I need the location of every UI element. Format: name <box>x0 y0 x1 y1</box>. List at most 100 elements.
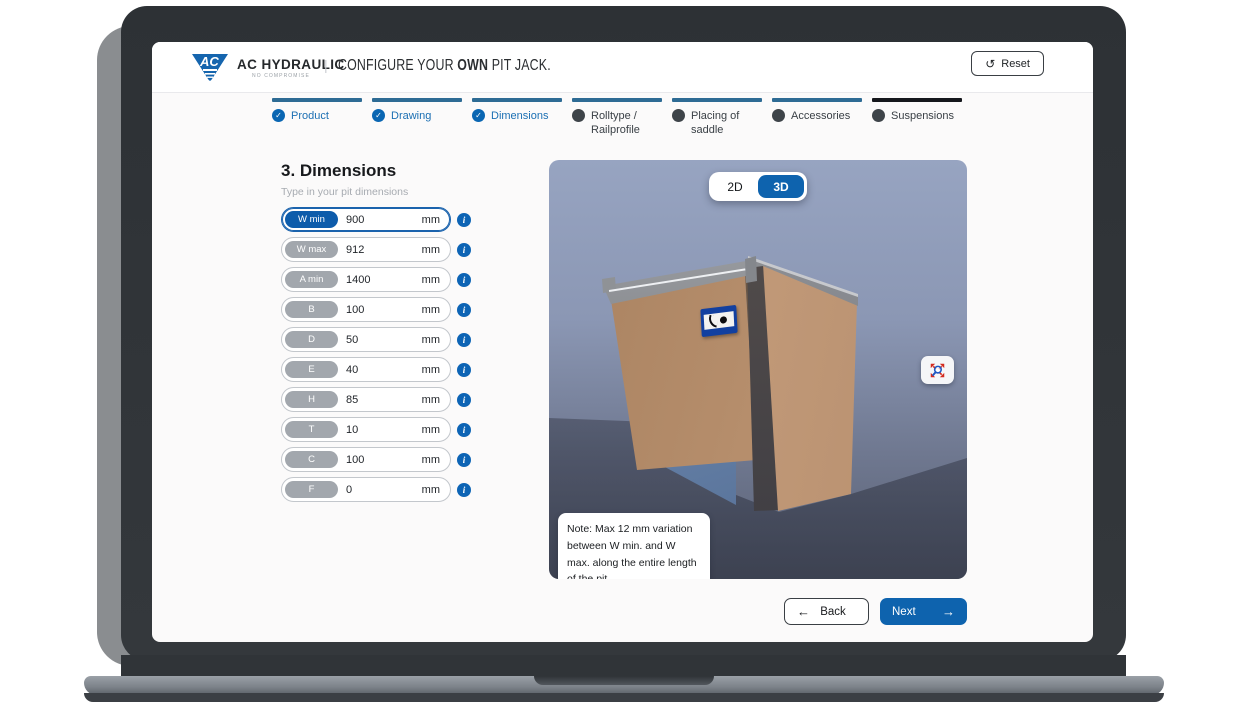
field-e[interactable]: E 40 mm i <box>281 357 451 382</box>
step-label: Dimensions <box>491 109 548 124</box>
reset-label: Reset <box>1001 58 1030 70</box>
field-c[interactable]: C 100 mm i <box>281 447 451 472</box>
field-value: 10 <box>346 424 358 436</box>
next-button[interactable]: Next → <box>880 598 967 625</box>
logo-plate-mark <box>707 315 719 328</box>
title-suffix: PIT JACK. <box>492 57 551 74</box>
info-icon[interactable]: i <box>457 243 471 257</box>
logo-plate-dot <box>720 316 727 324</box>
step-check-icon: ✓ <box>272 109 285 122</box>
field-label-chip: C <box>285 451 338 468</box>
field-unit: mm <box>422 394 440 406</box>
field-label-chip: W max <box>285 241 338 258</box>
field-w-min[interactable]: W min 900 mm i <box>281 207 451 232</box>
field-label-chip: B <box>285 301 338 318</box>
fit-view-button[interactable] <box>921 356 954 384</box>
brand-name: AC HYDRAULIC <box>237 57 345 72</box>
logo-plate-band <box>704 311 735 330</box>
back-arrow-icon: ← <box>797 605 810 618</box>
info-icon[interactable]: i <box>457 453 471 467</box>
title-prefix: CONFIGURE YOUR <box>338 57 454 74</box>
toggle-3d[interactable]: 3D <box>758 175 804 198</box>
field-a-min[interactable]: A min 1400 mm i <box>281 267 451 292</box>
brand-logo-icon: AC <box>190 49 230 85</box>
step-label: Rolltype / Railprofile <box>591 109 662 139</box>
info-icon[interactable]: i <box>457 363 471 377</box>
section-subtitle: Type in your pit dimensions <box>281 186 408 198</box>
zoom-extents-icon <box>928 361 947 380</box>
field-value: 912 <box>346 244 364 256</box>
step-dot-icon <box>672 109 685 122</box>
title-emphasis: OWN <box>457 57 488 74</box>
field-label-chip: H <box>285 391 338 408</box>
step-placing-of-saddle[interactable]: Placing of saddle <box>672 98 762 138</box>
pit-3d-viewport[interactable]: 2D 3D Note: Max 12 mm variation between … <box>549 160 967 579</box>
app-screen: AC AC HYDRAULIC NO COMPROMISE | CONFIGUR… <box>152 42 1093 642</box>
step-dot-icon <box>772 109 785 122</box>
field-label-chip: F <box>285 481 338 498</box>
field-h[interactable]: H 85 mm i <box>281 387 451 412</box>
info-icon[interactable]: i <box>457 213 471 227</box>
step-label: Product <box>291 109 329 124</box>
page: AC AC HYDRAULIC NO COMPROMISE | CONFIGUR… <box>0 0 1248 710</box>
field-value: 1400 <box>346 274 370 286</box>
brand-text: AC HYDRAULIC NO COMPROMISE <box>237 57 345 79</box>
step-bar <box>672 98 762 102</box>
info-icon[interactable]: i <box>457 483 471 497</box>
step-bar <box>572 98 662 102</box>
step-dimensions[interactable]: ✓ Dimensions <box>472 98 562 138</box>
info-icon[interactable]: i <box>457 303 471 317</box>
app-header: AC AC HYDRAULIC NO COMPROMISE | CONFIGUR… <box>152 42 1093 93</box>
field-value: 85 <box>346 394 358 406</box>
toggle-2d[interactable]: 2D <box>712 175 758 198</box>
variation-note: Note: Max 12 mm variation between W min.… <box>558 513 710 579</box>
info-icon[interactable]: i <box>457 273 471 287</box>
reset-button[interactable]: ↺ Reset <box>971 51 1044 76</box>
field-d[interactable]: D 50 mm i <box>281 327 451 352</box>
step-label: Suspensions <box>891 109 954 124</box>
section-title: 3. Dimensions <box>281 161 396 181</box>
field-f[interactable]: F 0 mm i <box>281 477 451 502</box>
laptop-base-notch <box>534 676 714 685</box>
back-label: Back <box>820 606 846 618</box>
next-arrow-icon: → <box>942 605 955 618</box>
field-value: 100 <box>346 304 364 316</box>
field-unit: mm <box>422 214 440 226</box>
field-unit: mm <box>422 334 440 346</box>
step-suspensions[interactable]: Suspensions <box>872 98 962 138</box>
field-value: 0 <box>346 484 352 496</box>
step-drawing[interactable]: ✓Drawing <box>372 98 462 138</box>
field-unit: mm <box>422 274 440 286</box>
step-label: Drawing <box>391 109 431 124</box>
info-icon[interactable]: i <box>457 333 471 347</box>
field-b[interactable]: B 100 mm i <box>281 297 451 322</box>
laptop-base-edge <box>84 693 1164 702</box>
step-bar <box>372 98 462 102</box>
svg-text:AC: AC <box>199 54 219 69</box>
field-unit: mm <box>422 424 440 436</box>
field-value: 900 <box>346 214 364 226</box>
field-unit: mm <box>422 244 440 256</box>
step-dot-icon <box>572 109 585 122</box>
step-product[interactable]: ✓ Product <box>272 98 362 138</box>
info-icon[interactable]: i <box>457 393 471 407</box>
step-rolltype-railprofile[interactable]: Rolltype / Railprofile <box>572 98 662 138</box>
back-button[interactable]: ← Back <box>784 598 869 625</box>
step-label: Placing of saddle <box>691 109 762 139</box>
field-label-chip: D <box>285 331 338 348</box>
step-navigation: ✓ Product ✓Drawing ✓ Dimensions Rolltype /… <box>272 98 962 138</box>
brand: AC AC HYDRAULIC NO COMPROMISE <box>190 49 345 85</box>
step-bar <box>872 98 962 102</box>
pit-jack-logo-plate <box>700 305 737 337</box>
field-t[interactable]: T 10 mm i <box>281 417 451 442</box>
field-value: 40 <box>346 364 358 376</box>
dimension-fields: W min 900 mm i W max 912 mm i A min 1400… <box>281 207 451 507</box>
step-check-icon: ✓ <box>472 109 485 122</box>
step-label: Accessories <box>791 109 850 124</box>
page-title: CONFIGURE YOUR OWN PIT JACK. <box>338 57 551 75</box>
field-w-max[interactable]: W max 912 mm i <box>281 237 451 262</box>
step-bar <box>772 98 862 102</box>
info-icon[interactable]: i <box>457 423 471 437</box>
brand-tagline: NO COMPROMISE <box>237 73 345 79</box>
step-accessories[interactable]: Accessories <box>772 98 862 138</box>
